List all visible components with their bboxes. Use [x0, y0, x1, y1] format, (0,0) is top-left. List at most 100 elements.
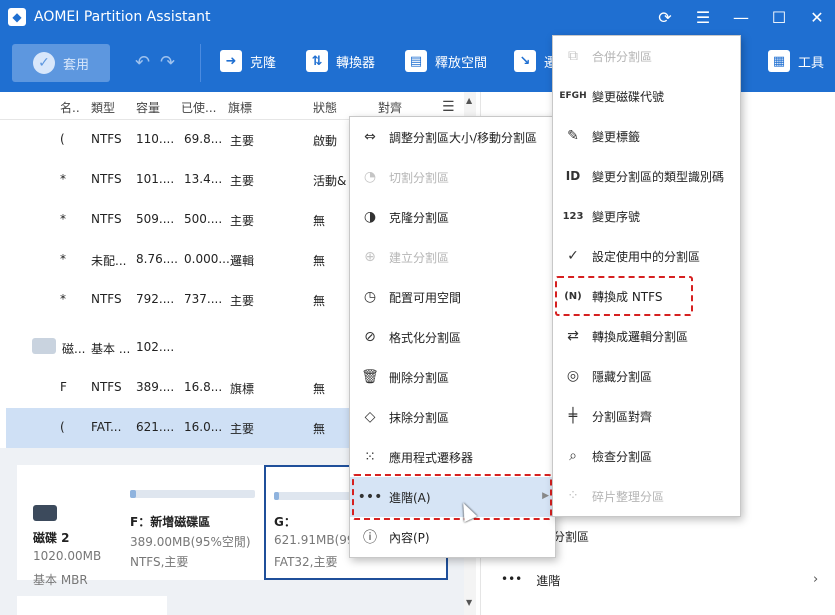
cell-type: NTFS — [91, 172, 122, 186]
col-align[interactable]: 對齊 — [378, 99, 402, 116]
menu-item-clone[interactable]: ◑ 克隆分割區 — [350, 197, 555, 237]
undo-icon[interactable]: ↶ — [135, 52, 150, 73]
scroll-down-icon[interactable]: ▼ — [466, 598, 472, 607]
submenu-item-serial[interactable]: 123 變更序號 — [553, 196, 740, 236]
menu-label: 配置可用空間 — [389, 290, 462, 305]
menu-item-advanced[interactable]: ••• 進階(A) ▶ — [350, 477, 555, 517]
submenu-item-set-active[interactable]: ✓ 設定使用中的分割區 — [553, 236, 740, 276]
submenu-item-hide[interactable]: ◎ 隱藏分割區 — [553, 356, 740, 396]
disk-icon — [33, 505, 57, 521]
close-icon[interactable]: ✕ — [807, 8, 827, 27]
resize-icon: ⇔ — [364, 129, 376, 145]
usage-bar — [130, 490, 255, 498]
title-bar: ◆ AOMEI Partition Assistant ⟳ ☰ — ☐ ✕ — [0, 0, 835, 34]
cell-name: * — [60, 212, 66, 226]
cell-flag: 主要 — [230, 214, 255, 228]
allocate-space-icon: ◷ — [363, 289, 377, 305]
cell-status: 無 — [313, 254, 326, 268]
pencil-icon: ✎ — [567, 128, 579, 144]
menu-icon[interactable]: ☰ — [693, 8, 713, 27]
col-name[interactable]: 名.. — [60, 99, 80, 116]
menu-item-wipe[interactable]: ◇ 抹除分割區 — [350, 397, 555, 437]
cell-name: 磁... — [62, 342, 86, 356]
cell-flag: 主要 — [230, 174, 255, 188]
free-space-button[interactable]: ▤ 釋放空間 — [405, 50, 487, 72]
menu-label: 變更分割區的類型識別碼 — [592, 169, 725, 184]
submenu-item-convert-logical[interactable]: ⇄ 轉換成邏輯分割區 — [553, 316, 740, 356]
cell-status: 無 — [313, 422, 326, 436]
cell-capacity: 621.... — [136, 420, 175, 434]
menu-label: 抹除分割區 — [389, 410, 450, 425]
search-icon: ⌕ — [569, 448, 577, 464]
menu-item-properties[interactable]: ⓘ 內容(P) — [350, 517, 555, 557]
cell-capacity: 8.76.... — [136, 252, 178, 266]
cell-used: 69.8... — [184, 132, 223, 146]
panel-item-partition[interactable]: 分割區 — [553, 528, 589, 545]
panel-item-advanced[interactable]: ••• 進階 — [501, 572, 560, 589]
cell-used: 500.... — [184, 212, 223, 226]
partition-fs: FAT32,主要 — [274, 555, 338, 569]
redo-icon[interactable]: ↷ — [160, 52, 175, 73]
col-type[interactable]: 類型 — [91, 99, 115, 116]
converter-button[interactable]: ⇅ 轉換器 — [306, 50, 375, 72]
partition-card-f[interactable]: F：新增磁碟區 389.00MB(95%空閒) NTFS,主要 — [122, 465, 264, 580]
menu-label: 變更標籤 — [592, 129, 641, 144]
cell-status: 啟動 — [313, 134, 338, 148]
menu-label: 檢查分割區 — [592, 449, 653, 464]
usage-fill — [274, 492, 279, 500]
migrate-button[interactable]: ↘ 遷 — [514, 50, 557, 72]
menu-label: 調整分割區大小/移動分割區 — [389, 130, 538, 145]
menu-item-format[interactable]: ⊘ 格式化分割區 — [350, 317, 555, 357]
disk-card[interactable]: 磁碟 2 1020.00MB 基本 MBR — [17, 465, 122, 587]
menu-item-app-mover[interactable]: ⁙ 應用程式遷移器 — [350, 437, 555, 477]
partition-label: G： — [274, 515, 296, 529]
col-used[interactable]: 已使... — [181, 99, 216, 116]
defrag-icon: ⁘ — [567, 488, 579, 504]
clone-label: 克隆 — [250, 55, 277, 71]
refresh-icon[interactable]: ⟳ — [655, 8, 675, 27]
cell-type: NTFS — [91, 380, 122, 394]
cell-name: * — [60, 252, 66, 266]
cell-flag: 主要 — [230, 134, 255, 148]
disk-icon — [32, 338, 56, 354]
submenu-item-check[interactable]: ⌕ 檢查分割區 — [553, 436, 740, 476]
col-status[interactable]: 狀態 — [313, 99, 337, 116]
submenu-item-type-id[interactable]: ID 變更分割區的類型識別碼 — [553, 156, 740, 196]
menu-label: 克隆分割區 — [389, 210, 450, 225]
minimize-icon[interactable]: — — [731, 8, 751, 27]
submenu-item-convert-ntfs[interactable]: (N) 轉換成 NTFS — [553, 276, 740, 316]
menu-item-allocate[interactable]: ◷ 配置可用空間 — [350, 277, 555, 317]
cell-type: NTFS — [91, 292, 122, 306]
clone-partition-icon: ◑ — [363, 209, 377, 225]
clone-icon: ➜ — [220, 50, 242, 72]
menu-item-create: ⊕ 建立分割區 — [350, 237, 555, 277]
cell-flag: 邏輯 — [230, 254, 255, 268]
cell-flag: 旗標 — [230, 382, 255, 396]
menu-label: 分割區對齊 — [592, 409, 653, 424]
apply-button[interactable]: ✓ 套用 — [12, 44, 110, 82]
submenu-item-label[interactable]: ✎ 變更標籤 — [553, 116, 740, 156]
cell-status: 活動& — [313, 174, 347, 188]
menu-label: 轉換成 NTFS — [592, 289, 663, 304]
tools-label: 工具 — [798, 55, 825, 71]
submenu-item-drive-letter[interactable]: EFGH 變更磁碟代號 — [553, 76, 740, 116]
app-mover-icon: ⁙ — [364, 449, 376, 465]
merge-icon: ⧉ — [568, 48, 578, 64]
menu-label: 變更磁碟代號 — [592, 89, 665, 104]
menu-item-resize[interactable]: ⇔ 調整分割區大小/移動分割區 — [350, 117, 555, 157]
menu-item-delete[interactable]: 🗑 刪除分割區 — [350, 357, 555, 397]
submenu-item-align[interactable]: ╪ 分割區對齊 — [553, 396, 740, 436]
menu-label: 合併分割區 — [592, 49, 653, 64]
id-icon: ID — [565, 169, 581, 183]
clone-button[interactable]: ➜ 克隆 — [220, 50, 276, 72]
check-icon: ✓ — [32, 52, 55, 74]
migrate-icon: ↘ — [514, 50, 536, 72]
col-capacity[interactable]: 容量 — [136, 99, 160, 116]
menu-label: 建立分割區 — [389, 250, 450, 265]
maximize-icon[interactable]: ☐ — [769, 8, 789, 27]
col-flag[interactable]: 旗標 — [228, 99, 252, 116]
menu-label: 格式化分割區 — [389, 330, 462, 345]
column-settings-icon[interactable]: ☰ — [442, 99, 455, 115]
scroll-up-icon[interactable]: ▲ — [466, 96, 472, 105]
tools-button[interactable]: ▦ 工具 — [768, 50, 824, 72]
